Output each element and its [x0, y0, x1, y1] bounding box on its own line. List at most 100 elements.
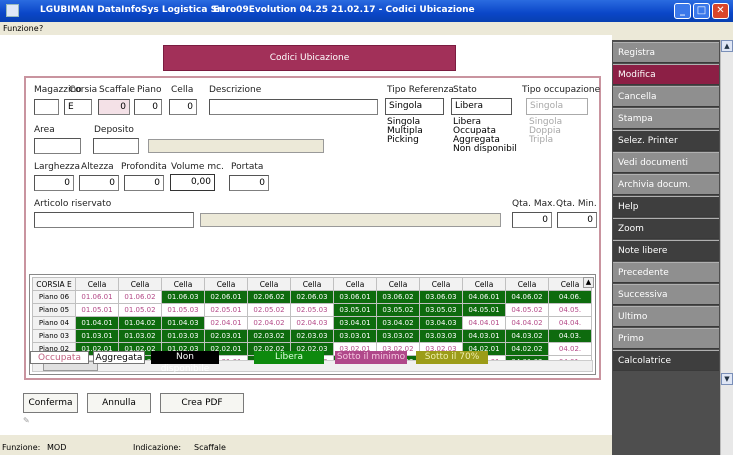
annulla-button[interactable]: Annulla	[87, 393, 151, 413]
grid-cell[interactable]: 02.04.02	[247, 316, 291, 330]
grid-cell[interactable]: 02.06.02	[247, 290, 291, 304]
grid-cell[interactable]: 01.04.01	[75, 316, 119, 330]
grid-scroll-up-button[interactable]: ▲	[583, 277, 594, 288]
grid-cell[interactable]: 01.04.03	[161, 316, 205, 330]
sidebar-button-precedente[interactable]: Precedente	[613, 262, 719, 283]
grid-cell[interactable]: 02.06.01	[204, 290, 248, 304]
grid-cell[interactable]: 04.04.02	[505, 316, 549, 330]
sidebar-scroll-down-icon[interactable]: ▼	[721, 373, 733, 385]
menu-help[interactable]: ?	[39, 24, 43, 33]
sidebar-button-modifica[interactable]: Modifica	[613, 64, 719, 85]
grid-cell[interactable]: 02.03.02	[247, 329, 291, 343]
grid-cell[interactable]: 04.02.	[548, 342, 592, 356]
grid-cell[interactable]: 02.04.03	[290, 316, 334, 330]
grid-cell[interactable]: 02.05.01	[204, 303, 248, 317]
sidebar-button-help[interactable]: Help	[613, 196, 719, 217]
grid-cell[interactable]: 01.06.02	[118, 290, 162, 304]
menu-funzione[interactable]: Funzione	[3, 24, 39, 33]
descrizione-input[interactable]	[209, 99, 378, 115]
grid-cell[interactable]: 01.04.02	[118, 316, 162, 330]
grid-cell[interactable]: 04.04.01	[462, 316, 506, 330]
option-tripla[interactable]: Tripla	[529, 136, 562, 145]
grid-cell[interactable]: 04.02.02	[505, 342, 549, 356]
grid-cell[interactable]: 03.05.01	[333, 303, 377, 317]
grid-cell[interactable]: 04.04.	[548, 316, 592, 330]
grid-cell[interactable]: 04.05.01	[462, 303, 506, 317]
grid-cell[interactable]: 01.03.03	[161, 329, 205, 343]
sidebar-button-registra[interactable]: Registra	[613, 42, 719, 63]
option-non-disponibile[interactable]: Non disponibil	[453, 145, 517, 154]
grid-cell[interactable]: 04.05.02	[505, 303, 549, 317]
grid-cell[interactable]: 02.05.02	[247, 303, 291, 317]
maximize-button[interactable]: □	[693, 3, 710, 19]
grid-cell[interactable]: 04.06.	[548, 290, 592, 304]
sidebar-button-primo[interactable]: Primo	[613, 328, 719, 349]
grid-cell[interactable]: 04.03.	[548, 329, 592, 343]
sidebar-button-calcolatrice[interactable]: Calcolatrice	[613, 350, 719, 371]
grid-cell[interactable]: 03.05.03	[419, 303, 463, 317]
grid-cell[interactable]: 02.03.01	[204, 329, 248, 343]
area-input[interactable]	[34, 138, 81, 154]
grid-cell[interactable]: 02.05.03	[290, 303, 334, 317]
corsia-input[interactable]: E	[64, 99, 92, 115]
grid-cell[interactable]: 02.03.03	[290, 329, 334, 343]
grid-cell[interactable]: 01.06.01	[75, 290, 119, 304]
grid-cell[interactable]: 04.06.02	[505, 290, 549, 304]
grid-cell[interactable]: 03.06.02	[376, 290, 420, 304]
portata-input[interactable]: 0	[229, 175, 269, 191]
conferma-button[interactable]: Conferma	[23, 393, 78, 413]
volume-input[interactable]: 0,00	[170, 174, 215, 191]
grid-cell[interactable]: 04.05.	[548, 303, 592, 317]
larghezza-input[interactable]: 0	[34, 175, 74, 191]
grid-cell[interactable]: 03.04.03	[419, 316, 463, 330]
tipo-occupazione-list[interactable]: Singola Doppia Tripla	[529, 118, 562, 145]
grid-cell[interactable]: 01.03.02	[118, 329, 162, 343]
qta-min-input[interactable]: 0	[557, 212, 597, 228]
grid-cell[interactable]: 01.05.02	[118, 303, 162, 317]
scaffale-input[interactable]: 0	[98, 99, 130, 115]
grid-cell[interactable]: 03.06.03	[419, 290, 463, 304]
stato-list[interactable]: Libera Occupata Aggregata Non disponibil	[453, 118, 517, 154]
tipo-referenza-select[interactable]: Singola	[385, 98, 444, 115]
grid-cell[interactable]: 02.06.03	[290, 290, 334, 304]
sidebar-button-zoom[interactable]: Zoom	[613, 218, 719, 239]
grid-cell[interactable]: 03.03.03	[419, 329, 463, 343]
sidebar-button-selez-printer[interactable]: Selez. Printer	[613, 130, 719, 151]
tipo-occupazione-select[interactable]: Singola	[526, 98, 588, 115]
sidebar-button-vedi-documenti[interactable]: Vedi documenti	[613, 152, 719, 173]
grid-cell[interactable]: 02.04.01	[204, 316, 248, 330]
close-button[interactable]: ✕	[712, 3, 729, 19]
crea-pdf-button[interactable]: Crea PDF	[160, 393, 244, 413]
grid-cell[interactable]: 01.05.03	[161, 303, 205, 317]
grid-cell[interactable]: 03.04.01	[333, 316, 377, 330]
grid-cell[interactable]: 01.06.03	[161, 290, 205, 304]
sidebar-button-archivia-docum[interactable]: Archivia docum.	[613, 174, 719, 195]
grid-cell[interactable]: 04.06.01	[462, 290, 506, 304]
option-picking[interactable]: Picking	[387, 136, 423, 145]
magazzino-input[interactable]	[34, 99, 59, 115]
grid-cell[interactable]: 03.03.01	[333, 329, 377, 343]
grid-cell[interactable]: 03.05.02	[376, 303, 420, 317]
sidebar-button-stampa[interactable]: Stampa	[613, 108, 719, 129]
sidebar-button-ultimo[interactable]: Ultimo	[613, 306, 719, 327]
stato-select[interactable]: Libera	[451, 98, 512, 115]
grid-cell[interactable]: 03.03.02	[376, 329, 420, 343]
grid-cell[interactable]: 04.03.01	[462, 329, 506, 343]
sidebar-button-successiva[interactable]: Successiva	[613, 284, 719, 305]
grid-cell[interactable]: 04.03.02	[505, 329, 549, 343]
sidebar-button-note-libere[interactable]: Note libere	[613, 240, 719, 261]
grid-cell[interactable]: 03.06.01	[333, 290, 377, 304]
profondita-input[interactable]: 0	[124, 175, 164, 191]
grid-cell[interactable]: 01.05.01	[75, 303, 119, 317]
deposito-input[interactable]	[93, 138, 139, 154]
sidebar-scroll-up-icon[interactable]: ▲	[721, 40, 733, 52]
sidebar-scrollbar[interactable]: ▲ ▼	[720, 40, 733, 455]
articolo-input[interactable]	[34, 212, 194, 228]
tipo-referenza-list[interactable]: Singola Multipla Picking	[387, 118, 423, 145]
minimize-button[interactable]: _	[674, 3, 691, 19]
sidebar-button-cancella[interactable]: Cancella	[613, 86, 719, 107]
grid-cell[interactable]: 01.03.01	[75, 329, 119, 343]
altezza-input[interactable]: 0	[79, 175, 119, 191]
grid-cell[interactable]: 03.04.02	[376, 316, 420, 330]
piano-input[interactable]: 0	[134, 99, 162, 115]
